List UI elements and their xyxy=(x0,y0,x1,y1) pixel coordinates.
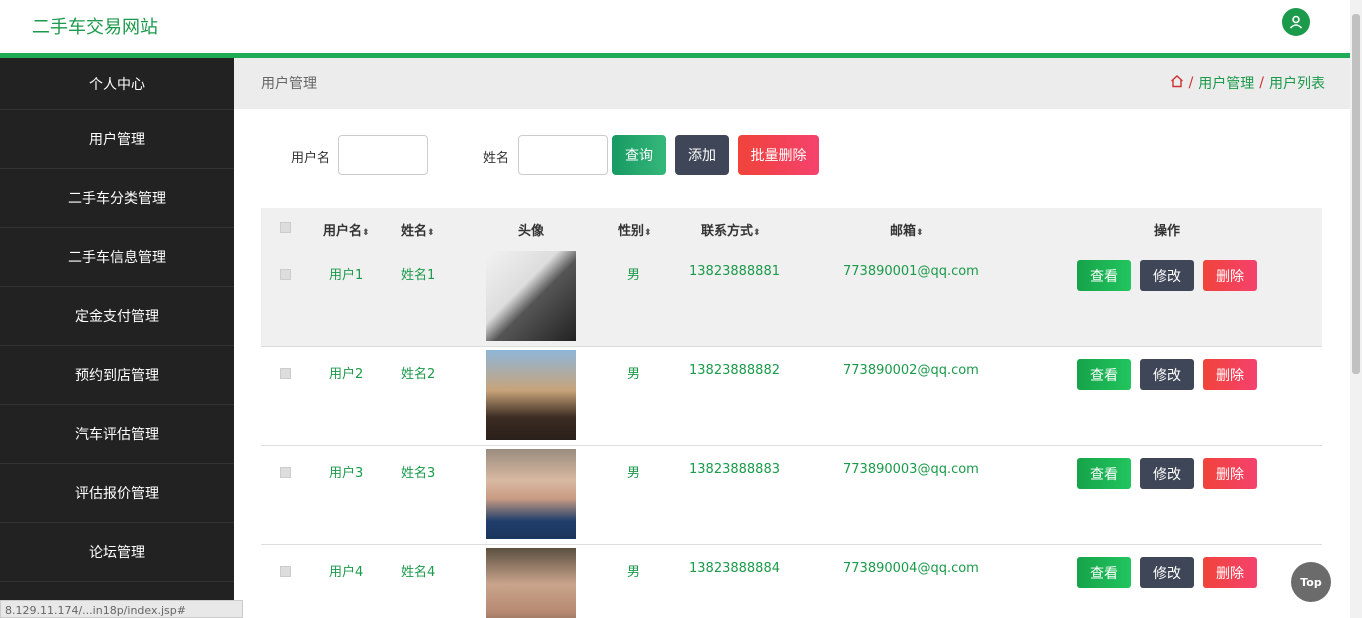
breadcrumb-separator: / xyxy=(1188,75,1194,91)
breadcrumb-user-list[interactable]: 用户列表 xyxy=(1269,73,1325,93)
scrollbar-thumb[interactable] xyxy=(1352,14,1360,374)
delete-button[interactable]: 删除 xyxy=(1203,458,1257,489)
view-button[interactable]: 查看 xyxy=(1077,458,1131,489)
sidebar-item-forum[interactable]: 论坛管理 xyxy=(0,523,234,582)
edit-button[interactable]: 修改 xyxy=(1140,260,1194,291)
view-button[interactable]: 查看 xyxy=(1077,557,1131,588)
header-actions: 操作 xyxy=(1154,224,1181,239)
back-to-top-button[interactable]: Top xyxy=(1291,562,1331,602)
cell-username: 用户1 xyxy=(329,268,364,283)
view-button[interactable]: 查看 xyxy=(1077,260,1131,291)
cell-name: 姓名4 xyxy=(401,565,436,580)
username-label: 用户名 xyxy=(291,151,331,166)
sidebar-item-appointment[interactable]: 预约到店管理 xyxy=(0,346,234,405)
avatar-image xyxy=(486,251,576,341)
cell-name: 姓名3 xyxy=(401,466,436,481)
page-title: 用户管理 xyxy=(261,76,317,92)
username-input[interactable] xyxy=(338,135,428,175)
row-checkbox[interactable] xyxy=(280,269,291,280)
top-header: 二手车交易网站 xyxy=(0,0,1350,53)
cell-gender: 男 xyxy=(627,367,641,382)
edit-button[interactable]: 修改 xyxy=(1140,458,1194,489)
cell-username: 用户2 xyxy=(329,367,364,382)
delete-button[interactable]: 删除 xyxy=(1203,557,1257,588)
avatar-image xyxy=(486,548,576,618)
sidebar: 个人中心 用户管理 二手车分类管理 二手车信息管理 定金支付管理 预约到店管理 … xyxy=(0,58,234,618)
edit-button[interactable]: 修改 xyxy=(1140,557,1194,588)
user-table: 用户名⬍ 姓名⬍ 头像 性别⬍ 联系方式⬍ 邮箱⬍ 操作 用户1 姓名1 男 1… xyxy=(261,208,1322,618)
row-checkbox[interactable] xyxy=(280,467,291,478)
table-row: 用户2 姓名2 男 13823888882 773890002@qq.com 查… xyxy=(261,347,1322,446)
cell-email: 773890001@qq.com xyxy=(843,264,979,279)
sidebar-item-quote[interactable]: 评估报价管理 xyxy=(0,464,234,523)
cell-phone: 13823888882 xyxy=(689,363,780,378)
query-button[interactable]: 查询 xyxy=(612,135,666,175)
table-row: 用户3 姓名3 男 13823888883 773890003@qq.com 查… xyxy=(261,446,1322,545)
header-name[interactable]: 姓名⬍ xyxy=(401,220,435,239)
header-contact[interactable]: 联系方式⬍ xyxy=(701,220,761,239)
add-button[interactable]: 添加 xyxy=(675,135,729,175)
home-icon[interactable] xyxy=(1170,74,1184,92)
browser-status-bar: 8.129.11.174/...in18p/index.jsp# xyxy=(0,600,243,618)
cell-gender: 男 xyxy=(627,268,641,283)
cell-email: 773890002@qq.com xyxy=(843,363,979,378)
name-input[interactable] xyxy=(518,135,608,175)
cell-phone: 13823888884 xyxy=(689,561,780,576)
batch-delete-button[interactable]: 批量删除 xyxy=(738,135,819,175)
table-row: 用户1 姓名1 男 13823888881 773890001@qq.com 查… xyxy=(261,248,1322,347)
breadcrumb-user-management[interactable]: 用户管理 xyxy=(1198,73,1254,93)
sidebar-item-car-category[interactable]: 二手车分类管理 xyxy=(0,169,234,228)
cell-email: 773890003@qq.com xyxy=(843,462,979,477)
page-scrollbar[interactable] xyxy=(1350,0,1362,618)
select-all-checkbox[interactable] xyxy=(280,222,291,233)
user-icon[interactable] xyxy=(1282,8,1310,36)
cell-username: 用户4 xyxy=(329,565,364,580)
edit-button[interactable]: 修改 xyxy=(1140,359,1194,390)
sidebar-item-car-evaluation[interactable]: 汽车评估管理 xyxy=(0,405,234,464)
sidebar-item-user-management[interactable]: 用户管理 xyxy=(0,110,234,169)
cell-username: 用户3 xyxy=(329,466,364,481)
sidebar-item-car-info[interactable]: 二手车信息管理 xyxy=(0,228,234,287)
avatar-image xyxy=(486,449,576,539)
main-content: 用户管理 / 用户管理 / 用户列表 用户名 姓名 查询 添加 批量删除 用户名… xyxy=(234,58,1350,618)
table-row: 用户4 姓名4 男 13823888884 773890004@qq.com 查… xyxy=(261,545,1322,618)
breadcrumb-bar: 用户管理 / 用户管理 / 用户列表 xyxy=(234,58,1350,109)
cell-phone: 13823888881 xyxy=(689,264,780,279)
cell-name: 姓名1 xyxy=(401,268,436,283)
breadcrumb-separator: / xyxy=(1259,75,1264,91)
site-title[interactable]: 二手车交易网站 xyxy=(32,13,158,39)
header-avatar: 头像 xyxy=(518,224,545,239)
header-email[interactable]: 邮箱⬍ xyxy=(890,220,924,239)
row-checkbox[interactable] xyxy=(280,368,291,379)
sidebar-item-deposit-payment[interactable]: 定金支付管理 xyxy=(0,287,234,346)
sidebar-item-personal-center[interactable]: 个人中心 xyxy=(0,58,234,110)
delete-button[interactable]: 删除 xyxy=(1203,260,1257,291)
cell-phone: 13823888883 xyxy=(689,462,780,477)
name-label: 姓名 xyxy=(483,151,510,166)
row-checkbox[interactable] xyxy=(280,566,291,577)
view-button[interactable]: 查看 xyxy=(1077,359,1131,390)
table-header: 用户名⬍ 姓名⬍ 头像 性别⬍ 联系方式⬍ 邮箱⬍ 操作 xyxy=(261,208,1322,248)
cell-gender: 男 xyxy=(627,466,641,481)
delete-button[interactable]: 删除 xyxy=(1203,359,1257,390)
header-gender[interactable]: 性别⬍ xyxy=(618,220,652,239)
cell-email: 773890004@qq.com xyxy=(843,561,979,576)
search-form: 用户名 姓名 查询 添加 批量删除 xyxy=(234,135,1350,175)
cell-gender: 男 xyxy=(627,565,641,580)
avatar-image xyxy=(486,350,576,440)
cell-name: 姓名2 xyxy=(401,367,436,382)
breadcrumb: / 用户管理 / 用户列表 xyxy=(1170,73,1325,93)
header-username[interactable]: 用户名⬍ xyxy=(323,220,370,239)
